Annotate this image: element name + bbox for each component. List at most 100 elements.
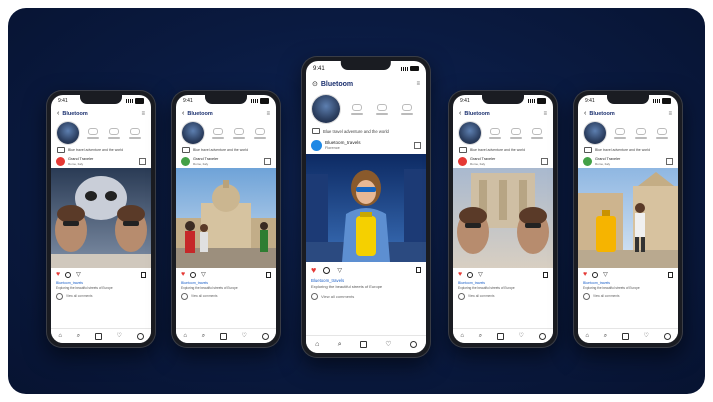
stat-item[interactable] bbox=[655, 127, 668, 139]
send-icon[interactable]: ▽ bbox=[603, 271, 608, 278]
stat-item[interactable] bbox=[350, 103, 363, 115]
home-icon[interactable]: ⌂ bbox=[58, 333, 62, 339]
add-icon[interactable] bbox=[621, 332, 629, 340]
comment-row[interactable]: View all comments bbox=[51, 291, 151, 301]
send-icon[interactable]: ▽ bbox=[76, 271, 81, 278]
stat-item[interactable] bbox=[489, 127, 502, 139]
profile-icon[interactable] bbox=[261, 332, 269, 340]
search-icon[interactable]: ⌕ bbox=[202, 333, 205, 339]
stat-item[interactable] bbox=[614, 127, 627, 139]
more-icon[interactable]: ≡ bbox=[668, 111, 672, 117]
bookmark-icon[interactable] bbox=[543, 271, 548, 278]
avatar[interactable] bbox=[182, 122, 204, 144]
send-icon[interactable]: ▽ bbox=[201, 271, 206, 278]
comment-row[interactable]: View all comments bbox=[453, 291, 553, 301]
post-avatar[interactable] bbox=[458, 156, 467, 166]
home-icon[interactable]: ⌂ bbox=[315, 341, 319, 348]
activity-icon[interactable]: ♡ bbox=[242, 333, 247, 339]
comment-icon[interactable] bbox=[65, 271, 72, 278]
add-icon[interactable] bbox=[94, 332, 102, 340]
home-icon[interactable]: ⌂ bbox=[183, 333, 187, 339]
add-icon[interactable] bbox=[496, 332, 504, 340]
stat-item[interactable] bbox=[87, 127, 100, 139]
phone-1: 9:41 ‹ Bluetoom ≡ Blue travel adventure … bbox=[46, 90, 156, 348]
post-avatar[interactable] bbox=[56, 156, 65, 166]
profile-icon[interactable] bbox=[538, 332, 546, 340]
heart-icon[interactable]: ♥ bbox=[56, 271, 60, 278]
post-options-icon[interactable] bbox=[541, 157, 548, 165]
post-avatar[interactable] bbox=[583, 156, 592, 166]
more-icon[interactable]: ≡ bbox=[543, 111, 547, 117]
avatar[interactable] bbox=[312, 95, 340, 123]
comment-row[interactable]: View all comments bbox=[306, 290, 426, 302]
post-photo[interactable] bbox=[453, 168, 553, 268]
bookmark-icon[interactable] bbox=[668, 271, 673, 278]
home-icon[interactable]: ⌂ bbox=[585, 333, 589, 339]
post-author[interactable]: Grand Traveler bbox=[193, 157, 261, 161]
send-icon[interactable]: ▽ bbox=[478, 271, 483, 278]
bookmark-icon[interactable] bbox=[141, 271, 146, 278]
phone-2: 9:41 ‹ Bluetoom ≡ Blue travel adventure … bbox=[171, 90, 281, 348]
bookmark-icon[interactable] bbox=[266, 271, 271, 278]
post-photo[interactable] bbox=[51, 168, 151, 268]
search-icon[interactable]: ⌕ bbox=[479, 333, 482, 339]
comment-icon[interactable] bbox=[592, 271, 599, 278]
stat-item[interactable] bbox=[232, 127, 245, 139]
profile-icon[interactable] bbox=[409, 341, 417, 348]
activity-icon[interactable]: ♡ bbox=[117, 333, 122, 339]
comment-icon[interactable] bbox=[323, 266, 331, 274]
search-icon[interactable]: ⌕ bbox=[604, 333, 607, 339]
more-icon[interactable]: ≡ bbox=[416, 81, 420, 87]
heart-icon[interactable]: ♥ bbox=[311, 265, 316, 275]
profile-icon[interactable] bbox=[663, 332, 671, 340]
add-icon[interactable] bbox=[219, 332, 227, 340]
post-options-icon[interactable] bbox=[414, 141, 421, 149]
comment-icon[interactable] bbox=[190, 271, 197, 278]
activity-icon[interactable]: ♡ bbox=[385, 341, 391, 348]
post-author[interactable]: Grand Traveler bbox=[68, 157, 136, 161]
post-options-icon[interactable] bbox=[666, 157, 673, 165]
avatar[interactable] bbox=[459, 122, 481, 144]
post-options-icon[interactable] bbox=[139, 157, 146, 165]
stat-item[interactable] bbox=[212, 127, 225, 139]
heart-icon[interactable]: ♥ bbox=[181, 271, 185, 278]
stat-item[interactable] bbox=[401, 103, 414, 115]
comment-row[interactable]: View all comments bbox=[176, 291, 276, 301]
top-nav: ‹ Bluetoom ≡ bbox=[453, 107, 553, 120]
post-avatar[interactable] bbox=[311, 139, 322, 151]
heart-icon[interactable]: ♥ bbox=[458, 271, 462, 278]
stat-item[interactable] bbox=[128, 127, 141, 139]
stat-item[interactable] bbox=[530, 127, 543, 139]
comment-row[interactable]: View all comments bbox=[578, 291, 678, 301]
stat-item[interactable] bbox=[375, 103, 388, 115]
post-options-icon[interactable] bbox=[264, 157, 271, 165]
post-photo[interactable] bbox=[578, 168, 678, 268]
bookmark-icon[interactable] bbox=[416, 267, 421, 273]
post-author[interactable]: Grand Traveler bbox=[595, 157, 663, 161]
more-icon[interactable]: ≡ bbox=[141, 111, 145, 117]
add-icon[interactable] bbox=[359, 341, 367, 348]
avatar[interactable] bbox=[584, 122, 606, 144]
post-author[interactable]: Bluetoom_travels bbox=[325, 140, 411, 145]
avatar[interactable] bbox=[57, 122, 79, 144]
post-photo[interactable] bbox=[306, 154, 426, 262]
stat-item[interactable] bbox=[107, 127, 120, 139]
activity-icon[interactable]: ♡ bbox=[519, 333, 524, 339]
heart-icon[interactable]: ♥ bbox=[583, 271, 587, 278]
post-photo[interactable] bbox=[176, 168, 276, 268]
activity-icon[interactable]: ♡ bbox=[644, 333, 649, 339]
profile-icon[interactable] bbox=[136, 332, 144, 340]
stat-item[interactable] bbox=[509, 127, 522, 139]
home-icon[interactable]: ⌂ bbox=[460, 333, 464, 339]
more-icon[interactable]: ≡ bbox=[266, 111, 270, 117]
stat-item[interactable] bbox=[634, 127, 647, 139]
search-icon[interactable]: ⌕ bbox=[338, 341, 342, 348]
comment-icon[interactable] bbox=[467, 271, 474, 278]
post-image bbox=[306, 154, 426, 262]
search-icon[interactable]: ⌕ bbox=[77, 333, 80, 339]
stat-item[interactable] bbox=[253, 127, 266, 139]
phone-3: 9:41 ⊙ Bluetoom ≡ Blue travel adventure … bbox=[301, 56, 431, 358]
post-avatar[interactable] bbox=[181, 156, 190, 166]
send-icon[interactable]: ▽ bbox=[337, 267, 342, 274]
post-author[interactable]: Grand Traveler bbox=[470, 157, 538, 161]
